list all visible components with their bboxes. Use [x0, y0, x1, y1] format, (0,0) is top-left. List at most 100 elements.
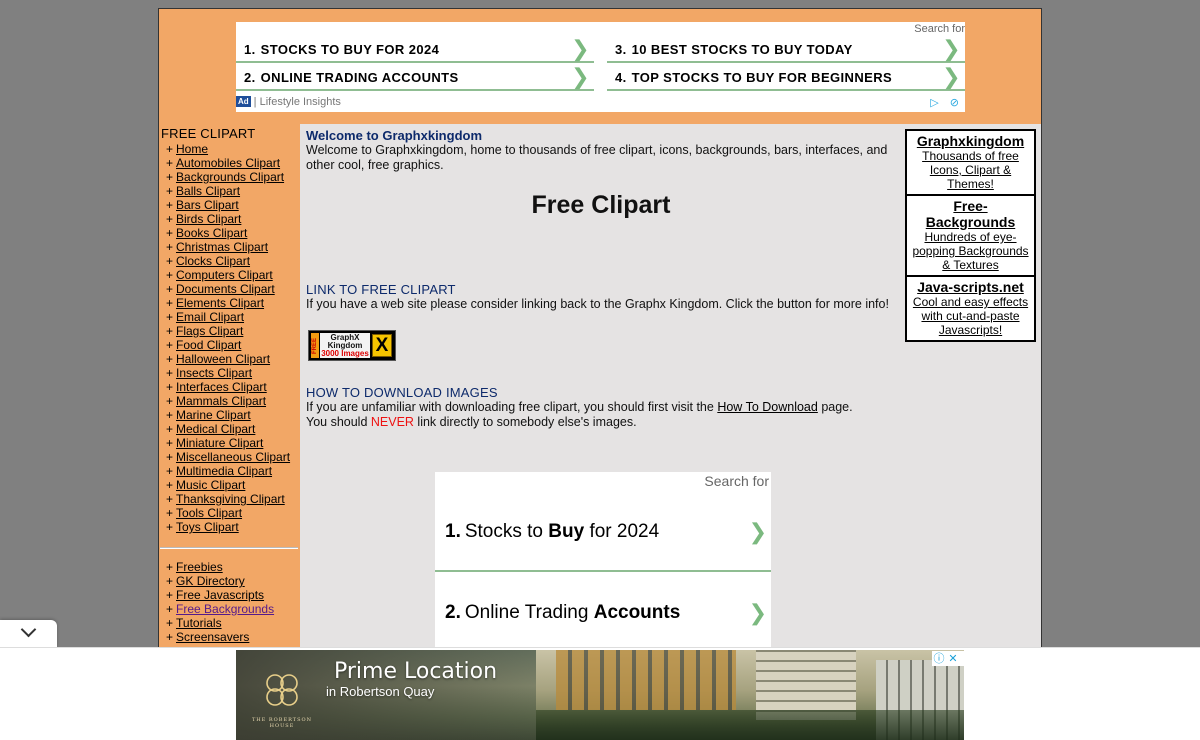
sidebar-item: + Balls Clipart [166, 184, 300, 198]
plus-icon: + [166, 324, 174, 338]
sidebar-link-miscellaneous-clipart[interactable]: Miscellaneous Clipart [176, 450, 290, 464]
sidebar-item: + Halloween Clipart [166, 352, 300, 366]
sidebar-link-miniature-clipart[interactable]: Miniature Clipart [176, 436, 263, 450]
ad-link-beginner-stocks[interactable]: 4. TOP STOCKS TO BUY FOR BEGINNERS ❯ [607, 64, 965, 91]
sidebar-link-automobiles-clipart[interactable]: Automobiles Clipart [176, 156, 280, 170]
ad-link-trading-accounts[interactable]: 2. ONLINE TRADING ACCOUNTS ❯ [236, 64, 594, 91]
plus-icon: + [166, 338, 174, 352]
chevron-right-icon: ❯ [748, 600, 767, 625]
plus-icon: + [166, 142, 174, 156]
plus-icon: + [166, 212, 174, 226]
sidebar-item: + Marine Clipart [166, 408, 300, 422]
plus-icon: + [166, 282, 174, 296]
sidebar-link-clocks-clipart[interactable]: Clocks Clipart [176, 254, 250, 268]
close-icon[interactable]: ✕ [946, 653, 960, 667]
ad-link-stocks-2024[interactable]: 1. STOCKS TO BUY FOR 2024 ❯ [236, 36, 594, 63]
mid-ad-link-accounts[interactable]: 2. Online Trading Accounts ❯ [435, 572, 771, 647]
sidebar-link-insects-clipart[interactable]: Insects Clipart [176, 366, 252, 380]
plus-icon: + [166, 588, 174, 602]
sidebar-item: + Medical Clipart [166, 422, 300, 436]
ad-sponsor[interactable]: Lifestyle Insights [260, 96, 341, 108]
sidebar-link-halloween-clipart[interactable]: Halloween Clipart [176, 352, 270, 366]
sidebar-link-multimedia-clipart[interactable]: Multimedia Clipart [176, 464, 272, 478]
mid-ad-text: Online Trading [464, 602, 594, 623]
banner-ad[interactable]: THE ROBERTSON HOUSE Prime Location in Ro… [236, 650, 964, 740]
partner-desc[interactable]: Hundreds of eye-popping Backgrounds & Te… [910, 230, 1031, 272]
sidebar-link-bars-clipart[interactable]: Bars Clipart [176, 198, 239, 212]
plus-icon: + [166, 492, 174, 506]
sidebar-link-gk-directory[interactable]: GK Directory [176, 574, 245, 588]
partner-box-free-backgrounds[interactable]: Free-Backgrounds Hundreds of eye-popping… [905, 194, 1036, 277]
plus-icon: + [166, 184, 174, 198]
sidebar-link-free-backgrounds[interactable]: Free Backgrounds [176, 602, 274, 616]
sidebar-link-computers-clipart[interactable]: Computers Clipart [176, 268, 273, 282]
chevron-right-icon: ❯ [571, 64, 590, 89]
sidebar-link-books-clipart[interactable]: Books Clipart [176, 226, 247, 240]
adchoices-icon[interactable]: ▷ ⊘ [930, 96, 963, 109]
mid-ad-bold-text: Buy [548, 521, 585, 542]
top-ad-unit[interactable]: Search for 1. STOCKS TO BUY FOR 2024 ❯ 3.… [236, 22, 965, 112]
sidebar-link-home[interactable]: Home [176, 142, 208, 156]
sidebar-link-email-clipart[interactable]: Email Clipart [176, 310, 244, 324]
plus-icon: + [166, 310, 174, 324]
ad-info-icon[interactable]: ⓘ [932, 653, 946, 667]
sidebar-link-free-javascripts[interactable]: Free Javascripts [176, 588, 264, 602]
sidebar-link-elements-clipart[interactable]: Elements Clipart [176, 296, 264, 310]
chevron-down-icon [20, 621, 37, 638]
sidebar-link-mammals-clipart[interactable]: Mammals Clipart [176, 394, 266, 408]
plus-icon: + [166, 464, 174, 478]
sidebar-item: + Clocks Clipart [166, 254, 300, 268]
sidebar-link-flags-clipart[interactable]: Flags Clipart [176, 324, 243, 338]
ad-link-label: ONLINE TRADING ACCOUNTS [260, 70, 459, 85]
sidebar-item: + Miniature Clipart [166, 436, 300, 450]
collapse-ad-tab[interactable] [0, 620, 57, 648]
partner-desc[interactable]: Thousands of free Icons, Clipart & Theme… [910, 149, 1031, 191]
partner-box-graphxkingdom[interactable]: Graphxkingdom Thousands of free Icons, C… [905, 129, 1036, 196]
sidebar-link-birds-clipart[interactable]: Birds Clipart [176, 212, 241, 226]
sidebar-link-screensavers[interactable]: Screensavers [176, 630, 249, 644]
sidebar-link-medical-clipart[interactable]: Medical Clipart [176, 422, 255, 436]
sidebar-link-interfaces-clipart[interactable]: Interfaces Clipart [176, 380, 267, 394]
sidebar-list: + Home + Automobiles Clipart + Backgrounds Cl… [161, 142, 300, 534]
link-badge-button[interactable]: FREE GraphX Kingdom 3000 Images X [308, 330, 396, 361]
ad-link-num: 4. [615, 70, 627, 85]
sidebar-link-documents-clipart[interactable]: Documents Clipart [176, 282, 275, 296]
ad-link-label: 10 BEST STOCKS TO BUY TODAY [631, 42, 853, 57]
sidebar-link-christmas-clipart[interactable]: Christmas Clipart [176, 240, 268, 254]
sidebar-link-toys-clipart[interactable]: Toys Clipart [176, 520, 239, 534]
sidebar-item: + Backgrounds Clipart [166, 170, 300, 184]
partner-title[interactable]: Free-Backgrounds [910, 198, 1031, 230]
sidebar-link-music-clipart[interactable]: Music Clipart [176, 478, 245, 492]
chevron-right-icon: ❯ [571, 36, 590, 61]
sidebar-extra-list: + Freebies + GK Directory + Free Javascripts +… [161, 560, 300, 644]
sidebar-item: + Christmas Clipart [166, 240, 300, 254]
sidebar-divider [160, 547, 298, 549]
mid-ad-unit[interactable]: Search for 1. Stocks to Buy for 2024 ❯ 2.… [435, 472, 771, 647]
mid-ad-link-stocks[interactable]: 1. Stocks to Buy for 2024 ❯ [435, 491, 771, 572]
sidebar-link-marine-clipart[interactable]: Marine Clipart [176, 408, 251, 422]
plus-icon: + [166, 478, 174, 492]
sidebar-link-tools-clipart[interactable]: Tools Clipart [176, 506, 242, 520]
plus-icon: + [166, 170, 174, 184]
sidebar-link-food-clipart[interactable]: Food Clipart [176, 338, 241, 352]
partner-box-java-scripts[interactable]: Java-scripts.net Cool and easy effects w… [905, 275, 1036, 342]
sidebar-item: + Documents Clipart [166, 282, 300, 296]
partner-desc[interactable]: Cool and easy effects with cut-and-paste… [910, 295, 1031, 337]
partner-title[interactable]: Graphxkingdom [910, 133, 1031, 149]
ad-link-best-stocks[interactable]: 3. 10 BEST STOCKS TO BUY TODAY ❯ [607, 36, 965, 63]
badge-free-label: FREE [311, 333, 319, 358]
sidebar-link-balls-clipart[interactable]: Balls Clipart [176, 184, 240, 198]
sidebar-link-backgrounds-clipart[interactable]: Backgrounds Clipart [176, 170, 284, 184]
sidebar-link-freebies[interactable]: Freebies [176, 560, 223, 574]
how-to-download-link[interactable]: How To Download [717, 400, 818, 414]
sidebar-link-tutorials[interactable]: Tutorials [176, 616, 222, 630]
plus-icon: + [166, 156, 174, 170]
sidebar-link-thanksgiving-clipart[interactable]: Thanksgiving Clipart [176, 492, 285, 506]
main-content: Welcome to Graphxkingdom Welcome to Grap… [306, 129, 896, 430]
sidebar-item: + Elements Clipart [166, 296, 300, 310]
sidebar-item: + Music Clipart [166, 478, 300, 492]
sidebar: FREE CLIPART + Home + Automobiles Clipart + B… [159, 124, 300, 647]
partner-title[interactable]: Java-scripts.net [910, 279, 1031, 295]
ad-badge[interactable]: Ad [236, 96, 251, 107]
chevron-right-icon: ❯ [748, 519, 767, 544]
